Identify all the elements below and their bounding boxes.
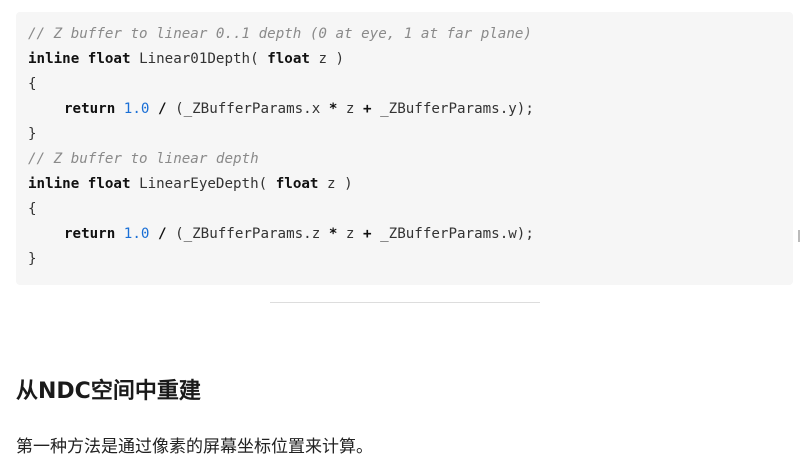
code-text: (_ZBufferParams.z <box>175 226 321 242</box>
code-text: _ZBufferParams.w); <box>380 226 534 242</box>
code-text: z <box>345 226 355 242</box>
code-keyword: inline <box>28 51 80 67</box>
code-operator: / <box>157 226 167 242</box>
code-text: _ZBufferParams.y); <box>380 101 534 117</box>
code-text: z ) <box>318 51 345 67</box>
code-line: } <box>28 247 793 272</box>
code-operator: * <box>328 226 338 242</box>
code-line: // Z buffer to linear 0..1 depth (0 at e… <box>28 22 793 47</box>
code-comment: // Z buffer to linear depth <box>28 151 259 167</box>
code-function-name: Linear01Depth( <box>139 51 259 67</box>
code-function-name: LinearEyeDepth( <box>139 176 268 192</box>
code-block: // Z buffer to linear 0..1 depth (0 at e… <box>16 12 793 285</box>
code-comment: // Z buffer to linear 0..1 depth (0 at e… <box>28 26 532 42</box>
code-operator: / <box>157 101 167 117</box>
code-line: inline float Linear01Depth( float z ) <box>28 47 793 72</box>
code-keyword: inline <box>28 176 80 192</box>
code-text: z ) <box>327 176 353 192</box>
code-line: { <box>28 72 793 97</box>
code-operator: + <box>363 226 372 242</box>
code-line: return 1.0 / (_ZBufferParams.x * z + _ZB… <box>28 97 793 122</box>
code-keyword: float <box>275 176 319 192</box>
code-brace: } <box>28 251 37 267</box>
code-number: 1.0 <box>123 226 150 242</box>
code-line: // Z buffer to linear depth <box>28 147 793 172</box>
code-keyword: return <box>64 101 116 117</box>
code-line: { <box>28 197 793 222</box>
code-number: 1.0 <box>123 101 150 117</box>
code-line: inline float LinearEyeDepth( float z ) <box>28 172 793 197</box>
section-divider <box>270 302 540 303</box>
code-brace: { <box>28 76 37 92</box>
code-line: return 1.0 / (_ZBufferParams.z * z + _ZB… <box>28 222 793 247</box>
code-keyword: return <box>64 226 116 242</box>
code-brace: } <box>28 126 37 142</box>
code-line: } <box>28 122 793 147</box>
code-operator: * <box>328 101 338 117</box>
code-keyword: float <box>87 51 131 67</box>
code-brace: { <box>28 201 37 217</box>
code-text: (_ZBufferParams.x <box>175 101 321 117</box>
code-operator: + <box>363 101 372 117</box>
code-keyword: float <box>87 176 131 192</box>
code-text: z <box>345 101 355 117</box>
code-keyword: float <box>267 51 310 67</box>
section-heading: 从NDC空间中重建 <box>16 379 201 404</box>
section-paragraph: 第一种方法是通过像素的屏幕坐标位置来计算。 <box>16 437 373 457</box>
